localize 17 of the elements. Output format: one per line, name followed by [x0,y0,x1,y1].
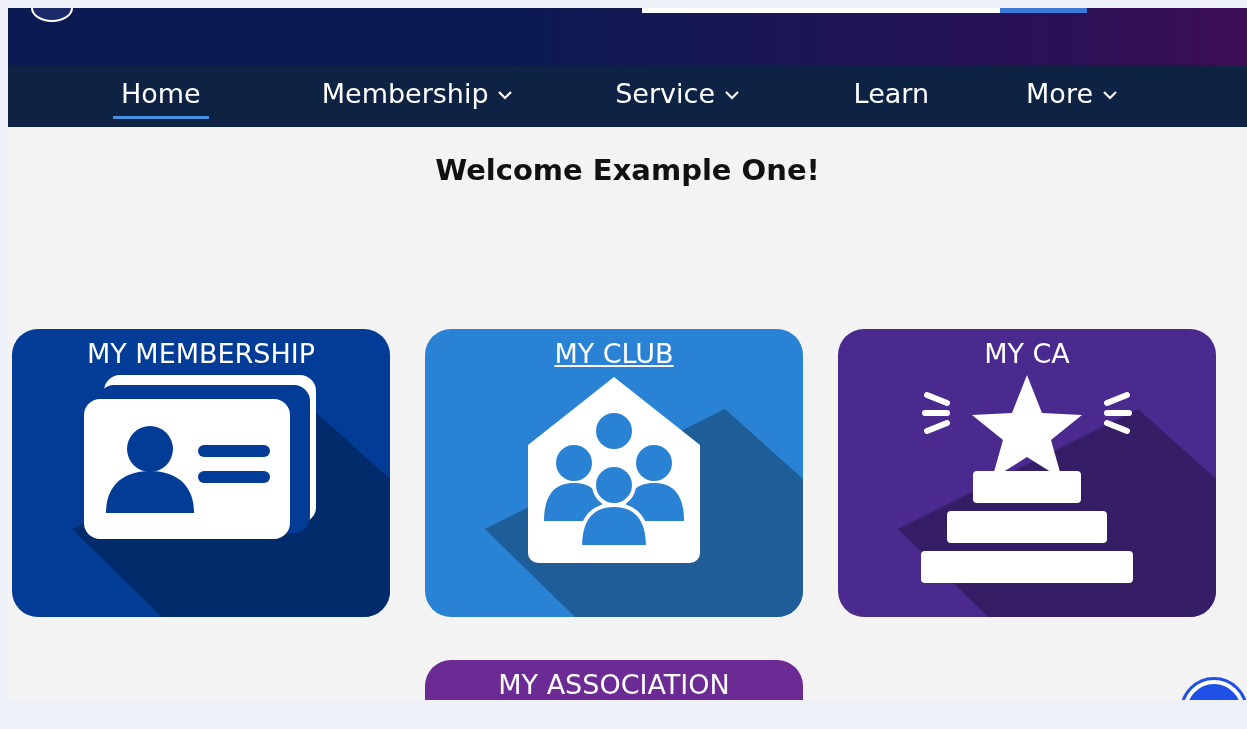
nav-tab[interactable]: Learn [845,77,938,120]
logo-icon [30,8,74,22]
search-button[interactable] [1000,8,1087,13]
tile-card[interactable]: MY ASSOCIATION [425,659,803,700]
nav-tab[interactable]: More [1018,77,1126,120]
tile-title-link[interactable]: MY MEMBERSHIP [86,337,316,369]
tile-title-link[interactable]: MY CLUB [554,337,674,369]
search-field[interactable] [642,8,1000,13]
nav-tab[interactable]: Home [113,77,209,120]
tile-title-link[interactable]: MY ASSOCIATION [498,668,730,700]
star-podium-icon [921,374,1133,583]
tile-title-link[interactable]: MY CA [984,337,1070,369]
id-card-icon [84,374,318,539]
house-people-icon [526,374,702,565]
welcome-heading: Welcome Example One! [434,152,821,189]
nav-tab[interactable]: Service [607,77,748,120]
nav-tab[interactable]: Membership [313,77,522,120]
